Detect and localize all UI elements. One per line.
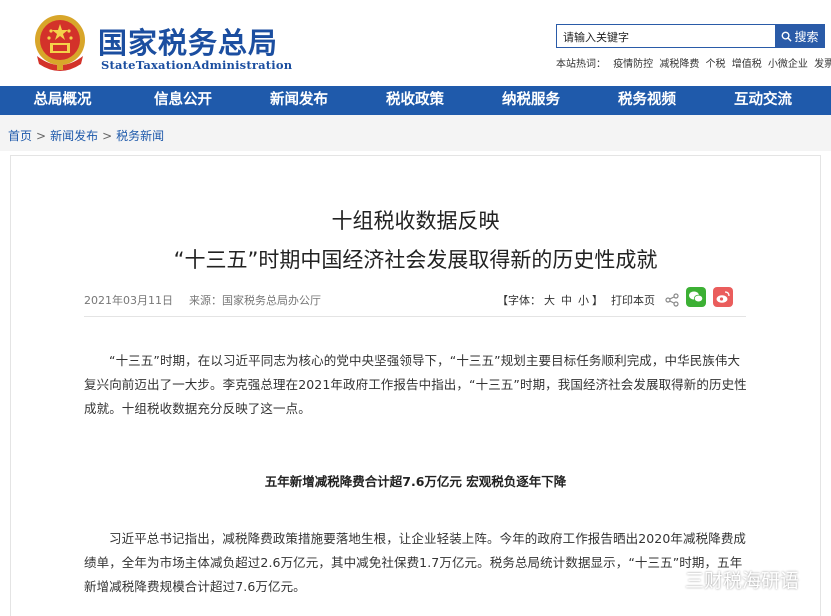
main-nav: 总局概况 信息公开 新闻发布 税收政策 纳税服务 税务视频 互动交流 <box>0 86 831 115</box>
article-title-line2: “十三五”时期中国经济社会发展取得新的历史性成就 <box>173 248 658 272</box>
breadcrumb-news[interactable]: 新闻发布 <box>50 129 98 143</box>
nav-item-tax-video[interactable]: 税务视频 <box>589 86 705 115</box>
nav-item-interaction[interactable]: 互动交流 <box>705 86 821 115</box>
site-subtitle: StateTaxationAdministration <box>101 58 293 72</box>
breadcrumb-tax-news[interactable]: 税务新闻 <box>116 129 164 143</box>
nav-item-tax-policy[interactable]: 税收政策 <box>357 86 473 115</box>
watermark-text: 三财税海研语 <box>685 570 800 592</box>
nav-item-info-disclosure[interactable]: 信息公开 <box>125 86 241 115</box>
font-size-label: 【字体： <box>497 294 541 307</box>
national-emblem-icon[interactable] <box>31 12 89 74</box>
nav-item-taxpayer-service[interactable]: 纳税服务 <box>473 86 589 115</box>
font-size-label-close: 】 <box>592 294 603 307</box>
font-size-medium[interactable]: 中 <box>561 292 572 308</box>
hot-words: 本站热词： 疫情防控 减税降费 个税 增值税 小微企业 发票 <box>556 55 831 70</box>
article-meta: 2021年03月11日 来源：国家税务总局办公厅 <box>84 292 321 308</box>
search-button-label: 搜索 <box>794 29 819 44</box>
weibo-share-icon[interactable] <box>713 287 733 307</box>
breadcrumb-separator: > <box>36 129 47 143</box>
hot-word-link[interactable]: 小微企业 <box>768 59 808 70</box>
font-size-large[interactable]: 大 <box>544 292 555 308</box>
watermark: 三财税海研语 <box>655 566 799 593</box>
breadcrumb-bar: 首页 > 新闻发布 > 税务新闻 <box>0 115 831 151</box>
breadcrumb-home[interactable]: 首页 <box>8 129 32 143</box>
wechat-logo-icon <box>655 570 678 588</box>
nav-item-overview[interactable]: 总局概况 <box>0 86 125 115</box>
wechat-share-icon[interactable] <box>686 287 706 307</box>
hot-word-link[interactable]: 个税 <box>706 59 726 70</box>
search-icon <box>782 31 793 42</box>
hot-word-link[interactable]: 疫情防控 <box>613 59 653 70</box>
nav-item-news[interactable]: 新闻发布 <box>241 86 357 115</box>
article-title-line1: 十组税收数据反映 <box>331 209 500 233</box>
meta-divider <box>84 316 746 317</box>
article-paragraph: “十三五”时期，在以习近平同志为核心的党中央坚强领导下，“十三五”规划主要目标任… <box>84 353 747 416</box>
site-title[interactable]: 国家税务总局 <box>98 20 278 62</box>
print-button[interactable]: 打印本页 <box>611 292 655 308</box>
hot-words-label: 本站热词： <box>556 59 606 70</box>
article-subheading: 五年新增减税降费合计超7.6万亿元 宏观税负逐年下降 <box>264 474 567 489</box>
search-input[interactable]: 请输入关键字 <box>556 24 776 48</box>
hot-word-link[interactable]: 增值税 <box>732 59 762 70</box>
share-icon[interactable] <box>665 293 679 307</box>
site-header: 国家税务总局 StateTaxationAdministration 请输入关键… <box>0 0 831 86</box>
breadcrumb: 首页 > 新闻发布 > 税务新闻 <box>8 127 164 144</box>
hot-word-link[interactable]: 发票 <box>814 59 831 70</box>
search-button[interactable]: 搜索 <box>775 24 825 48</box>
breadcrumb-separator: > <box>102 129 113 143</box>
font-size-small[interactable]: 小 <box>578 292 589 308</box>
article-tools: 【字体： 大 中 小 】 打印本页 <box>497 292 679 308</box>
article-paragraph: 习近平总书记指出，减税降费政策措施要落地生根，让企业轻装上阵。今年的政府工作报告… <box>84 531 747 594</box>
article-source: 来源：国家税务总局办公厅 <box>189 294 321 307</box>
article-date: 2021年03月11日 <box>84 294 173 307</box>
hot-word-link[interactable]: 减税降费 <box>659 59 699 70</box>
